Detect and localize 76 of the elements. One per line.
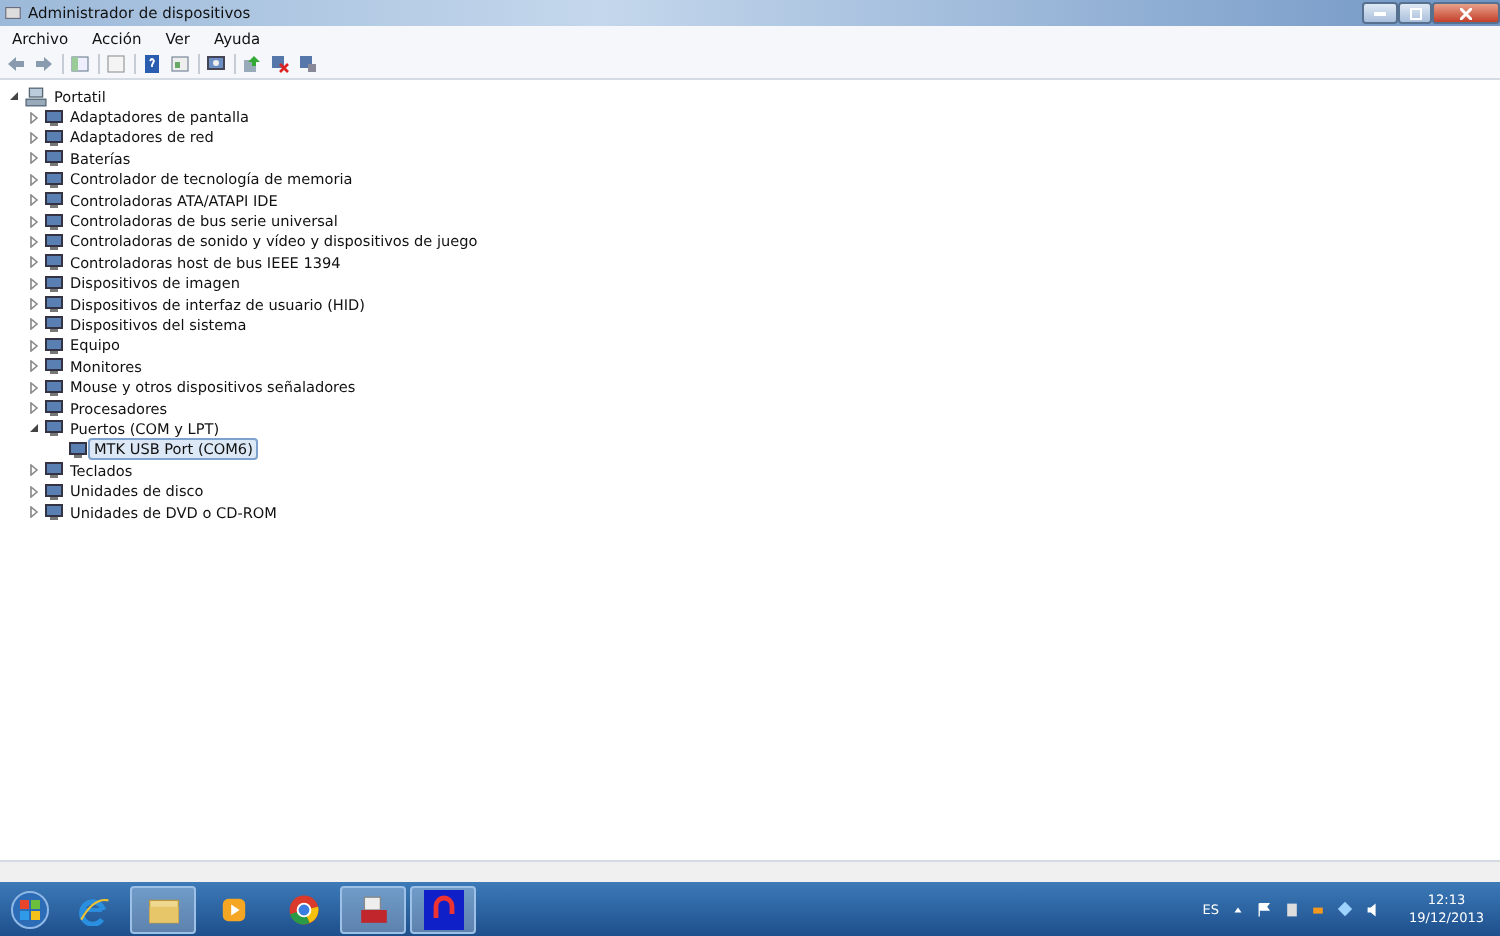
collapse-arrow-icon[interactable]	[28, 422, 40, 435]
console-tree-button[interactable]	[70, 53, 92, 75]
minimize-button[interactable]	[1362, 2, 1398, 24]
expand-arrow-icon[interactable]	[28, 194, 40, 207]
forward-button[interactable]	[34, 53, 56, 75]
device-icon	[44, 127, 64, 148]
device-icon	[44, 211, 64, 232]
device-icon	[44, 169, 64, 190]
browser-icon	[77, 893, 109, 925]
expand-arrow-icon[interactable]	[28, 339, 40, 352]
device-icon	[44, 314, 64, 335]
device-icon	[44, 460, 64, 481]
device-icon	[298, 53, 318, 73]
device-icon	[44, 335, 64, 356]
toolbox-icon	[355, 893, 391, 925]
media-player-icon	[219, 895, 247, 923]
close-icon	[1460, 7, 1472, 19]
device-icon	[44, 377, 64, 398]
expand-arrow-icon[interactable]	[28, 506, 40, 518]
back-button[interactable]	[6, 53, 28, 75]
device-icon	[44, 107, 64, 128]
expand-arrow-icon[interactable]	[28, 256, 40, 269]
expand-arrow-icon[interactable]	[28, 464, 40, 477]
maximize-icon	[1409, 7, 1421, 19]
expand-arrow-icon[interactable]	[28, 111, 40, 124]
minimize-icon	[1374, 11, 1386, 15]
expand-arrow-icon[interactable]	[28, 152, 40, 165]
collapse-arrow-icon[interactable]	[8, 90, 20, 103]
expand-arrow-icon[interactable]	[28, 277, 40, 290]
update-driver-button[interactable]	[242, 53, 264, 75]
uninstall-button[interactable]	[270, 53, 292, 75]
device-icon	[44, 398, 64, 419]
device-icon	[44, 294, 64, 315]
battery-icon	[1283, 901, 1300, 917]
expand-arrow-icon[interactable]	[28, 235, 40, 248]
close-button[interactable]	[1432, 2, 1500, 24]
expand-arrow-icon[interactable]	[28, 485, 40, 498]
device-icon	[44, 356, 64, 377]
expand-arrow-icon[interactable]	[28, 318, 40, 331]
device-icon	[68, 439, 88, 460]
taskbar-app-button[interactable]	[340, 885, 406, 933]
taskbar-app-button[interactable]	[410, 885, 476, 933]
device-icon	[44, 252, 64, 273]
back-arrow-icon	[6, 53, 26, 73]
chrome-icon	[287, 893, 319, 925]
device-icon	[44, 190, 64, 211]
device-icon	[44, 273, 64, 294]
device-update-icon	[242, 53, 262, 73]
magnet-app-icon	[423, 889, 463, 929]
expand-arrow-icon[interactable]	[28, 131, 40, 144]
scan-hardware-button[interactable]	[206, 53, 228, 75]
expand-arrow-icon[interactable]	[28, 402, 40, 415]
maximize-button[interactable]	[1398, 2, 1432, 24]
device-icon	[44, 481, 64, 502]
device-icon	[44, 502, 64, 522]
device-icon	[44, 418, 64, 439]
view-button[interactable]	[170, 53, 192, 75]
computer-icon	[24, 85, 48, 108]
expand-arrow-icon[interactable]	[28, 381, 40, 394]
expand-arrow-icon[interactable]	[28, 360, 40, 373]
chevron-up-icon	[1231, 903, 1244, 915]
disable-button[interactable]	[298, 53, 320, 75]
flag-icon	[1255, 901, 1272, 917]
window-app-icon	[4, 4, 22, 22]
speaker-icon	[1365, 901, 1382, 917]
taskbar-app-button[interactable]	[130, 885, 196, 933]
device-remove-icon	[270, 53, 290, 73]
device-icon	[44, 148, 64, 169]
expand-arrow-icon[interactable]	[28, 298, 40, 311]
tray-app-icon	[1311, 903, 1324, 915]
network-icon	[1335, 900, 1354, 918]
expand-arrow-icon[interactable]	[28, 173, 40, 186]
help-button[interactable]	[142, 53, 164, 75]
expand-arrow-icon[interactable]	[28, 215, 40, 228]
device-icon	[44, 231, 64, 252]
forward-arrow-icon	[34, 53, 54, 73]
